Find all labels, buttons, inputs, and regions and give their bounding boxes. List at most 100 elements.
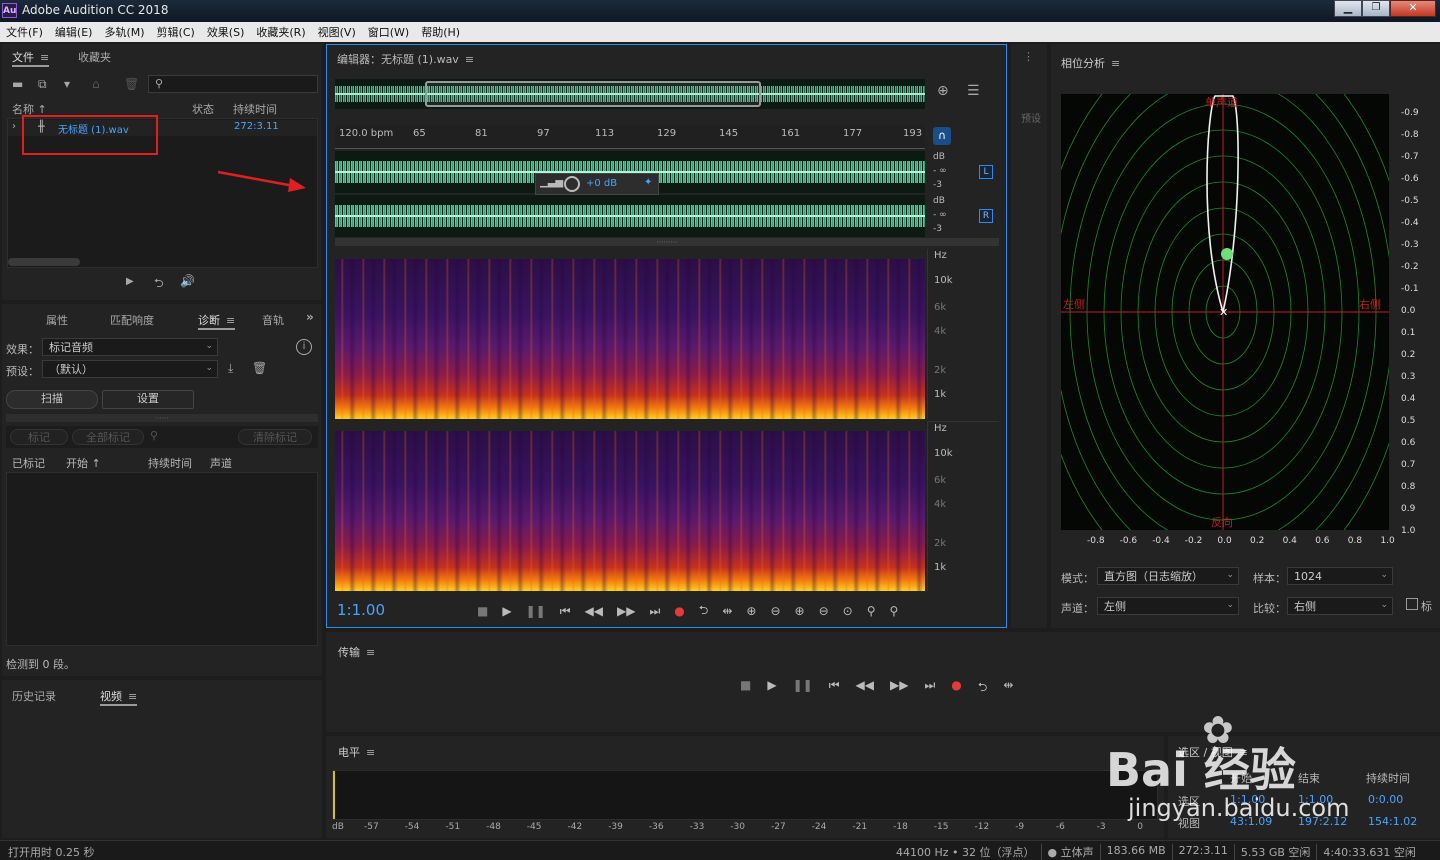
- tab-match-loudness[interactable]: 匹配响度: [110, 312, 154, 328]
- effect-select[interactable]: 标记音频 ⌄: [42, 338, 218, 356]
- record-icon[interactable]: ●: [674, 604, 684, 618]
- skip-selection-icon[interactable]: ⇹: [1003, 678, 1013, 699]
- pin-icon[interactable]: ✦: [644, 177, 652, 188]
- sample-select[interactable]: 1024 ⌄: [1287, 567, 1393, 585]
- export-icon[interactable]: ⌂: [92, 77, 100, 91]
- view-splitter[interactable]: ⋯⋯⋯: [335, 238, 999, 246]
- menu-item-5[interactable]: 收藏夹(R): [250, 24, 311, 40]
- menu-item-1[interactable]: 编辑(E): [49, 24, 99, 40]
- stop-icon[interactable]: ■: [477, 604, 488, 618]
- settings-button[interactable]: 设置: [102, 390, 194, 409]
- rewind-icon[interactable]: ◀◀: [585, 604, 603, 618]
- channel-r-badge[interactable]: R: [979, 209, 993, 223]
- open-folder-icon[interactable]: ▬: [12, 77, 23, 91]
- loop-playback-icon[interactable]: ⮌: [699, 601, 709, 622]
- mark-button[interactable]: 标记: [10, 429, 68, 445]
- presets-label[interactable]: 预设: [1021, 110, 1041, 125]
- menu-item-2[interactable]: 多轨(M): [98, 24, 150, 40]
- tab-video[interactable]: 视频 ≡: [100, 688, 138, 706]
- go-to-end-icon[interactable]: ⏭: [649, 604, 660, 619]
- menu-item-6[interactable]: 视图(V): [312, 24, 362, 40]
- view-mode-icon[interactable]: ☰: [967, 83, 980, 99]
- tab-tracks[interactable]: 音轨: [262, 312, 284, 328]
- go-to-start-icon[interactable]: ⏮: [829, 678, 840, 699]
- gain-hud[interactable]: ▁▃▅ +0 dB ✦: [535, 173, 659, 195]
- spectrogram-left[interactable]: [335, 259, 925, 419]
- delete-icon[interactable]: 🗑: [124, 77, 139, 91]
- menu-item-7[interactable]: 窗口(W): [362, 24, 415, 40]
- mode-select[interactable]: 直方图（日志缩放） ⌄: [1097, 567, 1239, 585]
- pause-icon[interactable]: ❚❚: [793, 678, 813, 699]
- headphone-icon[interactable]: ∩: [933, 127, 951, 145]
- col-marked[interactable]: 已标记: [12, 455, 45, 471]
- mark-all-button[interactable]: 全部标记: [72, 429, 144, 445]
- fast-forward-icon[interactable]: ▶▶: [617, 604, 635, 618]
- view-end-value[interactable]: 197:2.12: [1298, 815, 1347, 828]
- column-status[interactable]: 状态: [192, 101, 214, 117]
- info-icon[interactable]: i: [296, 339, 312, 355]
- tab-favorites[interactable]: 收藏夹: [78, 49, 111, 65]
- delete-preset-icon[interactable]: 🗑: [252, 361, 267, 375]
- view-start-value[interactable]: 43:1.09: [1230, 815, 1272, 828]
- zoom-icon[interactable]: ⚲: [150, 429, 158, 442]
- loop-icon[interactable]: ⮌: [154, 274, 164, 295]
- menu-item-4[interactable]: 效果(S): [201, 24, 251, 40]
- rewind-icon[interactable]: ◀◀: [856, 678, 874, 699]
- files-scrollbar[interactable]: [8, 258, 80, 266]
- play-icon[interactable]: ▶: [767, 678, 776, 699]
- play-icon[interactable]: ▶: [502, 604, 511, 618]
- close-button[interactable]: ✕: [1390, 0, 1436, 17]
- view-duration-value[interactable]: 154:1.02: [1368, 815, 1417, 828]
- stop-icon[interactable]: ■: [740, 678, 751, 699]
- scan-button[interactable]: 扫描: [6, 390, 98, 409]
- tab-history[interactable]: 历史记录: [12, 688, 56, 704]
- editor-timecode[interactable]: 1:1.00: [337, 601, 385, 619]
- zoom-out-time-icon[interactable]: ⊖: [819, 604, 829, 618]
- preset-select[interactable]: （默认） ⌄: [42, 360, 218, 378]
- zoom-in-time-icon[interactable]: ⊕: [795, 604, 805, 618]
- col-channel[interactable]: 声道: [210, 455, 232, 471]
- channel-l-badge[interactable]: L: [979, 165, 993, 179]
- tab-files[interactable]: 文件 ≡: [12, 49, 50, 67]
- tab-diagnostics[interactable]: 诊断 ≡: [198, 312, 236, 330]
- file-search-input[interactable]: ⚲: [148, 75, 318, 93]
- save-preset-icon[interactable]: ⤓: [228, 361, 233, 376]
- sel-duration-value[interactable]: 0:0.00: [1368, 793, 1403, 806]
- timeline-ruler[interactable]: 120.0 bpm 65 81 97 113 129 145 161 177 193: [335, 125, 925, 149]
- waveform-right-channel[interactable]: [335, 195, 925, 237]
- compare-select[interactable]: 右侧 ⌄: [1287, 597, 1393, 615]
- more-tabs-icon[interactable]: »: [306, 310, 314, 324]
- col-duration[interactable]: 持续时间: [148, 455, 192, 471]
- minimize-button[interactable]: ▁: [1334, 0, 1362, 17]
- channel-select[interactable]: 左侧 ⌄: [1097, 597, 1239, 615]
- phase-checkbox[interactable]: [1406, 598, 1418, 610]
- speaker-icon[interactable]: 🔊: [180, 274, 195, 288]
- zoom-out-point-icon[interactable]: ⚲: [890, 604, 899, 618]
- col-start[interactable]: 开始 ↑: [66, 455, 101, 471]
- overview-viewport[interactable]: [425, 81, 761, 107]
- go-to-end-icon[interactable]: ⏭: [924, 678, 935, 699]
- spectrogram-right[interactable]: [335, 431, 925, 591]
- import-icon[interactable]: ⧉: [38, 77, 47, 92]
- pause-icon[interactable]: ❚❚: [526, 604, 546, 618]
- zoom-in-point-icon[interactable]: ⚲: [867, 604, 876, 618]
- record-icon[interactable]: ●: [951, 678, 961, 699]
- sel-start-value[interactable]: 1:1.00: [1230, 793, 1265, 806]
- loop-playback-icon[interactable]: ⮌: [978, 678, 988, 699]
- clear-marks-button[interactable]: 清除标记: [238, 429, 312, 445]
- menu-item-3[interactable]: 剪辑(C): [151, 24, 201, 40]
- presets-menu-icon[interactable]: ⋮: [1023, 50, 1034, 63]
- fast-forward-icon[interactable]: ▶▶: [890, 678, 908, 699]
- menu-item-8[interactable]: 帮助(H): [415, 24, 466, 40]
- panel-grip[interactable]: ⋯⋯: [6, 414, 318, 422]
- zoom-reset-icon[interactable]: ⊕: [937, 83, 949, 99]
- column-duration[interactable]: 持续时间: [233, 101, 277, 117]
- tab-properties[interactable]: 属性: [46, 312, 68, 328]
- insert-icon[interactable]: ▾: [64, 77, 70, 91]
- zoom-full-icon[interactable]: ⊙: [843, 604, 853, 618]
- skip-selection-icon[interactable]: ⇹: [722, 604, 732, 618]
- play-icon[interactable]: ▶: [126, 276, 134, 287]
- restore-button[interactable]: ❐: [1362, 0, 1390, 17]
- phase-scope[interactable]: ✕ 单声道左侧 右侧反向: [1061, 94, 1389, 530]
- gain-knob-icon[interactable]: [564, 176, 580, 192]
